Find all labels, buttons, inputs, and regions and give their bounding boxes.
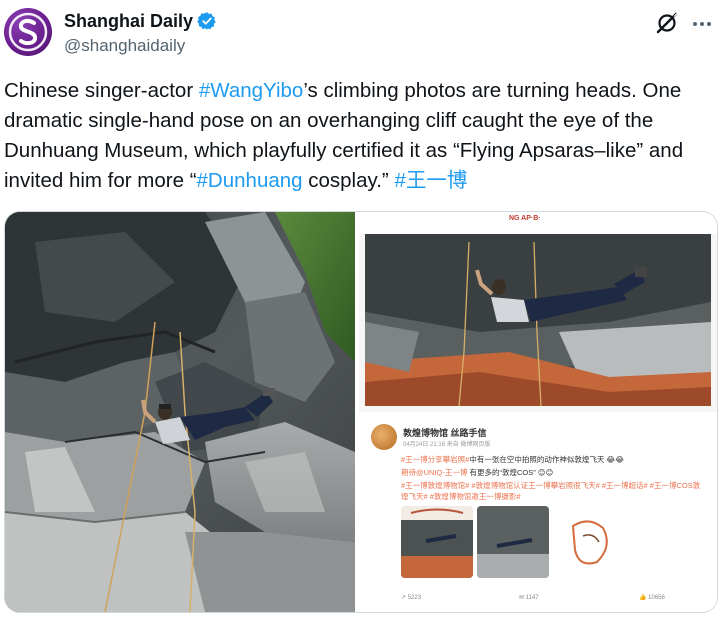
more-options-icon[interactable] [690,12,714,36]
tweet-text-part1: Chinese singer-actor [4,79,199,102]
weibo-thumb-3 [553,506,625,578]
shanghai-daily-logo-icon [8,12,48,52]
weibo-avatar [371,424,397,450]
tweet-text-part3: cosplay.” [302,169,395,192]
hashtag-wangyibo-link[interactable]: #WangYibo [199,79,303,102]
weibo-share-count: ↗ 5223 [401,594,422,602]
weibo-like-value: 10656 [648,594,665,601]
weibo-comment-count: ✉ 1147 [519,594,539,602]
climbing-photo[interactable] [5,212,355,612]
account-avatar[interactable] [4,8,52,56]
weibo-line1-tag: #王一博分享攀岩照# [401,455,470,464]
tweet-header: Shanghai Daily @shanghaidaily [0,0,724,70]
weibo-like-count: 👍 10656 [639,594,665,602]
weibo-thumb-1 [401,506,473,578]
weibo-post-time: 04月24日 21:16 来自 微博网页版 [403,442,491,448]
grok-icon[interactable] [654,10,680,36]
svg-text:NG AP·B·: NG AP·B· [509,215,541,222]
weibo-line-2: 期待@UNIQ-王一博 有更多的“敦煌COS” 😊😊 [401,467,701,478]
like-icon: 👍 [639,595,649,601]
hashtag-wangyibo-chinese-link[interactable]: #王一博 [394,169,467,192]
cliff-photo-crop: NG AP·B· [359,212,717,407]
tweet-body: Chinese singer-actor #WangYibo’s climbin… [4,76,720,196]
weibo-screenshot[interactable]: NG AP·B· 敦煌博物馆 丝路手信 04月24日 21:16 来自 微博网页… [359,212,717,612]
tweet-media: NG AP·B· 敦煌博物馆 丝路手信 04月24日 21:16 来自 微博网页… [4,211,718,613]
share-icon: ↗ [401,595,408,601]
weibo-account-name: 敦煌博物馆 丝路手信 [403,428,487,438]
weibo-thumb-2 [477,506,549,578]
hashtag-dunhuang-link[interactable]: #Dunhuang [197,169,303,192]
weibo-share-value: 5223 [407,594,422,601]
comment-icon: ✉ [519,595,526,601]
account-display-name[interactable]: Shanghai Daily [64,11,193,32]
account-handle[interactable]: @shanghaidaily [64,36,185,56]
weibo-comment-value: 1147 [525,594,539,601]
weibo-line2-text: 有更多的“敦煌COS” 😊😊 [467,468,554,477]
weibo-line-1: #王一博分享攀岩照#中有一张在空中拍照的动作神似敦煌飞天 😂😂 [401,454,701,465]
verified-badge-icon [197,12,216,30]
weibo-line-3: #王一博敦煌博物馆# #敦煌博物馆认证王一博攀岩照很飞天# #王一博超话# #王… [401,481,701,501]
weibo-line1-text: 中有一张在空中拍照的动作神似敦煌飞天 😂😂 [469,455,624,464]
weibo-post-card: 敦煌博物馆 丝路手信 04月24日 21:16 来自 微博网页版 #王一博分享攀… [359,412,717,612]
weibo-line2-tag: 期待@UNIQ-王一博 [401,468,468,477]
